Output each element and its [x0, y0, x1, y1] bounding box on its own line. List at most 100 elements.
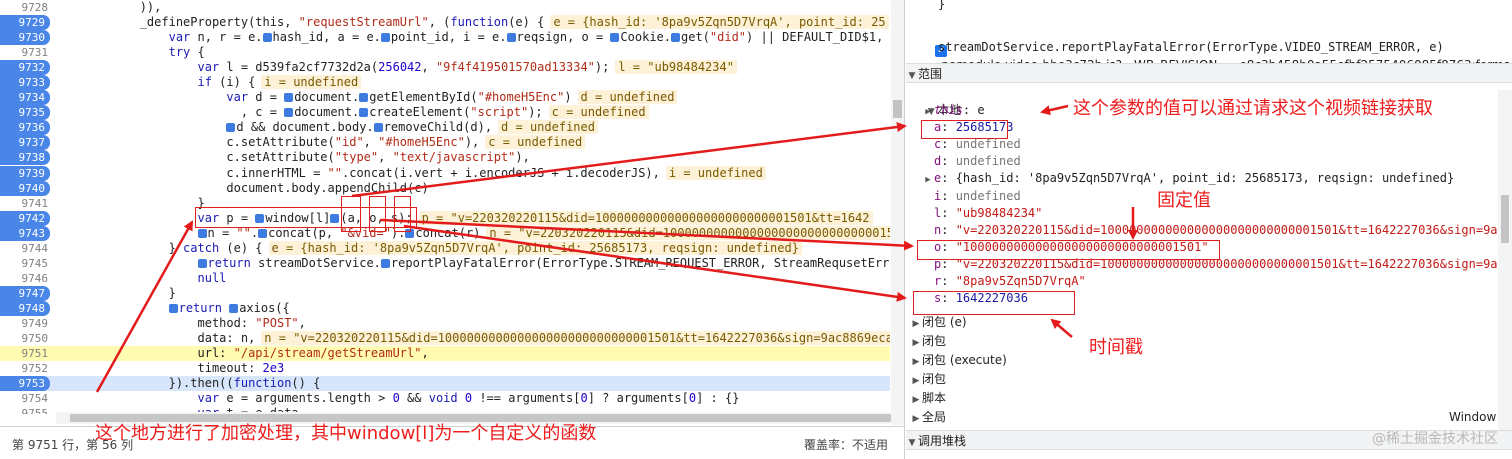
breakpoint-line-number[interactable]: 9730: [0, 30, 50, 46]
scope-var-r[interactable]: r: "8pa9v5Zqn5D7VrqA": [922, 273, 1086, 290]
scope-group[interactable]: ▶ 脚本: [910, 390, 946, 407]
scope-var-d[interactable]: d: undefined: [922, 153, 1021, 170]
continue-marker-icon[interactable]: [284, 93, 294, 103]
code-line[interactable]: 9750 data: n, n = "v=220320220115&did=100…: [0, 331, 890, 346]
continue-marker-icon[interactable]: [610, 33, 620, 43]
breakpoint-line-number[interactable]: 9733: [0, 75, 50, 91]
continue-marker-icon[interactable]: [226, 123, 236, 133]
scrollbar-thumb[interactable]: [1501, 195, 1509, 243]
breakpoint-line-number[interactable]: 9737: [0, 135, 50, 151]
breakpoint-line-number[interactable]: 9736: [0, 120, 50, 136]
code-line[interactable]: 9753 }).then((function() {: [0, 376, 890, 392]
scrollbar-thumb[interactable]: [893, 100, 902, 118]
breakpoint-line-number[interactable]: 9748: [0, 300, 50, 316]
continue-marker-icon[interactable]: [671, 33, 680, 43]
breakpoint-line-number[interactable]: 9735: [0, 105, 50, 121]
scope-group[interactable]: ▶ 闭包: [910, 371, 946, 388]
highlight-box-var-o: [917, 240, 1220, 260]
code-line[interactable]: 9741 }: [0, 196, 890, 211]
code-line[interactable]: 9747 }: [0, 285, 890, 301]
code-line[interactable]: 9739 c.innerHTML = "".concat(i.vert + i.…: [0, 165, 890, 181]
scope-group[interactable]: ▶ 闭包 (e): [910, 314, 967, 331]
vertical-scrollbar[interactable]: [891, 0, 904, 425]
continue-marker-icon[interactable]: [359, 93, 369, 103]
continue-marker-icon[interactable]: [258, 228, 268, 238]
code-token: void: [428, 391, 458, 406]
breakpoint-line-number[interactable]: 9753: [0, 376, 50, 392]
code-line[interactable]: 9742 var p = window[l] (a, o, s); p = "v=2…: [0, 210, 890, 226]
code-line[interactable]: 9748 return axios({: [0, 300, 890, 316]
code-line[interactable]: 9736 d && document.body. removeChild(d), d…: [0, 120, 890, 136]
continue-marker-icon[interactable]: [284, 108, 294, 118]
scope-group[interactable]: ▶ 闭包: [910, 333, 946, 350]
continue-marker-icon[interactable]: [506, 33, 516, 43]
code-line[interactable]: 9752 timeout: 2e3: [0, 361, 890, 376]
line-number[interactable]: 9731: [0, 45, 53, 60]
local-scope-header[interactable]: ▼ 本地: [910, 85, 961, 117]
continue-marker-icon[interactable]: [359, 108, 369, 118]
line-number[interactable]: 9754: [0, 391, 53, 406]
scope-var-e[interactable]: ▶ e: {hash_id: '8pa9v5Zqn5D7VrqA', point_…: [922, 170, 1454, 187]
code-line[interactable]: 9745 return streamDotService. reportPlayF…: [0, 256, 891, 271]
code-editor[interactable]: 9728 )), 9729 _defineProperty(this, "requ…: [0, 0, 890, 414]
code-line[interactable]: 9734 var d = document. getElementById("#h…: [0, 90, 890, 106]
line-number[interactable]: 9751: [0, 346, 53, 361]
code-line[interactable]: 9751 url: "/api/stream/getStreamUrl",: [0, 346, 890, 362]
code-line[interactable]: 9746 null: [0, 271, 890, 286]
code-line[interactable]: 9743 n = "". concat(p, "&vid="). concat(r)…: [0, 225, 890, 241]
line-number[interactable]: 9744: [0, 241, 53, 256]
code-line[interactable]: 9740 document.body.appendChild(c): [0, 180, 890, 196]
continue-marker-icon[interactable]: [197, 228, 207, 238]
code-line[interactable]: 9731 try {: [0, 45, 890, 60]
code-line[interactable]: 9749 method: "POST",: [0, 316, 890, 331]
breakpoint-line-number[interactable]: 9747: [0, 285, 50, 301]
scope-var-n[interactable]: n: "v=220320220115&did=10000000000000000…: [922, 222, 1512, 239]
line-number[interactable]: 9752: [0, 361, 53, 376]
continue-marker-icon[interactable]: [373, 123, 383, 133]
breakpoint-entry[interactable]: ✓ nomodule-video-bbe3c72b.js?__WB_REVISI…: [920, 22, 1512, 72]
breakpoint-line-number[interactable]: 9734: [0, 90, 50, 106]
code-line[interactable]: 9754 var e = arguments.length > 0 && voi…: [0, 391, 890, 406]
continue-marker-icon[interactable]: [380, 33, 390, 43]
scope-group[interactable]: ▶ 全局: [910, 409, 946, 426]
line-number[interactable]: 9728: [0, 0, 53, 15]
continue-marker-icon[interactable]: [229, 303, 239, 313]
continue-marker-icon[interactable]: [197, 258, 207, 268]
breakpoint-line-number[interactable]: 9729: [0, 15, 50, 31]
code-line[interactable]: 9729 _defineProperty(this, "requestStrea…: [0, 15, 890, 31]
line-number[interactable]: 9745: [0, 256, 53, 271]
code-line[interactable]: 9730 var n, r = e. hash_id, a = e. point_i…: [0, 30, 890, 46]
scope-var-l[interactable]: l: "ub98484234": [922, 205, 1042, 222]
line-number[interactable]: 9750: [0, 331, 53, 346]
code-text: c.setAttribute("id", "#homeH5Enc"), c = u…: [53, 135, 586, 150]
continue-marker-icon[interactable]: [380, 258, 390, 268]
scope-var-this[interactable]: ▶ this: e: [922, 102, 984, 119]
line-number[interactable]: 9749: [0, 316, 53, 331]
breakpoint-line-number[interactable]: 9743: [0, 225, 50, 241]
code-line[interactable]: 9728 )),: [0, 0, 890, 15]
scope-scrollbar[interactable]: [1498, 90, 1512, 430]
breakpoint-line-number[interactable]: 9739: [0, 165, 50, 181]
breakpoint-line-number[interactable]: 9742: [0, 210, 50, 226]
code-line[interactable]: 9735 , c = document. createElement("scrip…: [0, 105, 890, 121]
breakpoint-line-number[interactable]: 9740: [0, 180, 50, 196]
code-line[interactable]: 9737 c.setAttribute("id", "#homeH5Enc"),…: [0, 135, 890, 151]
line-number[interactable]: 9741: [0, 196, 53, 211]
continue-marker-icon[interactable]: [262, 33, 272, 43]
code-line[interactable]: 9733 if (i) {i = undefined: [0, 75, 890, 91]
code-line[interactable]: 9732 var l = d539fa2cf7732d2a(256042, "9…: [0, 60, 890, 76]
continue-marker-icon[interactable]: [168, 303, 178, 313]
code-line[interactable]: 9744 } catch (e) {e = {hash_id: '8pa9v5Z…: [0, 240, 890, 256]
watermark: @稀土掘金技术社区: [1372, 431, 1498, 447]
scope-var-i[interactable]: i: undefined: [922, 188, 1021, 205]
scope-section-header[interactable]: ▼ 范围: [906, 63, 1512, 83]
scope-group[interactable]: ▶ 闭包 (execute): [910, 352, 1007, 369]
line-number[interactable]: 9755: [0, 406, 53, 414]
coverage-status[interactable]: 覆盖率：不适用: [804, 436, 888, 453]
code-line[interactable]: 9738 c.setAttribute("type", "text/javasc…: [0, 150, 890, 166]
breakpoint-line-number[interactable]: 9732: [0, 60, 50, 76]
breakpoint-line-number[interactable]: 9738: [0, 150, 50, 166]
line-number[interactable]: 9746: [0, 271, 53, 286]
